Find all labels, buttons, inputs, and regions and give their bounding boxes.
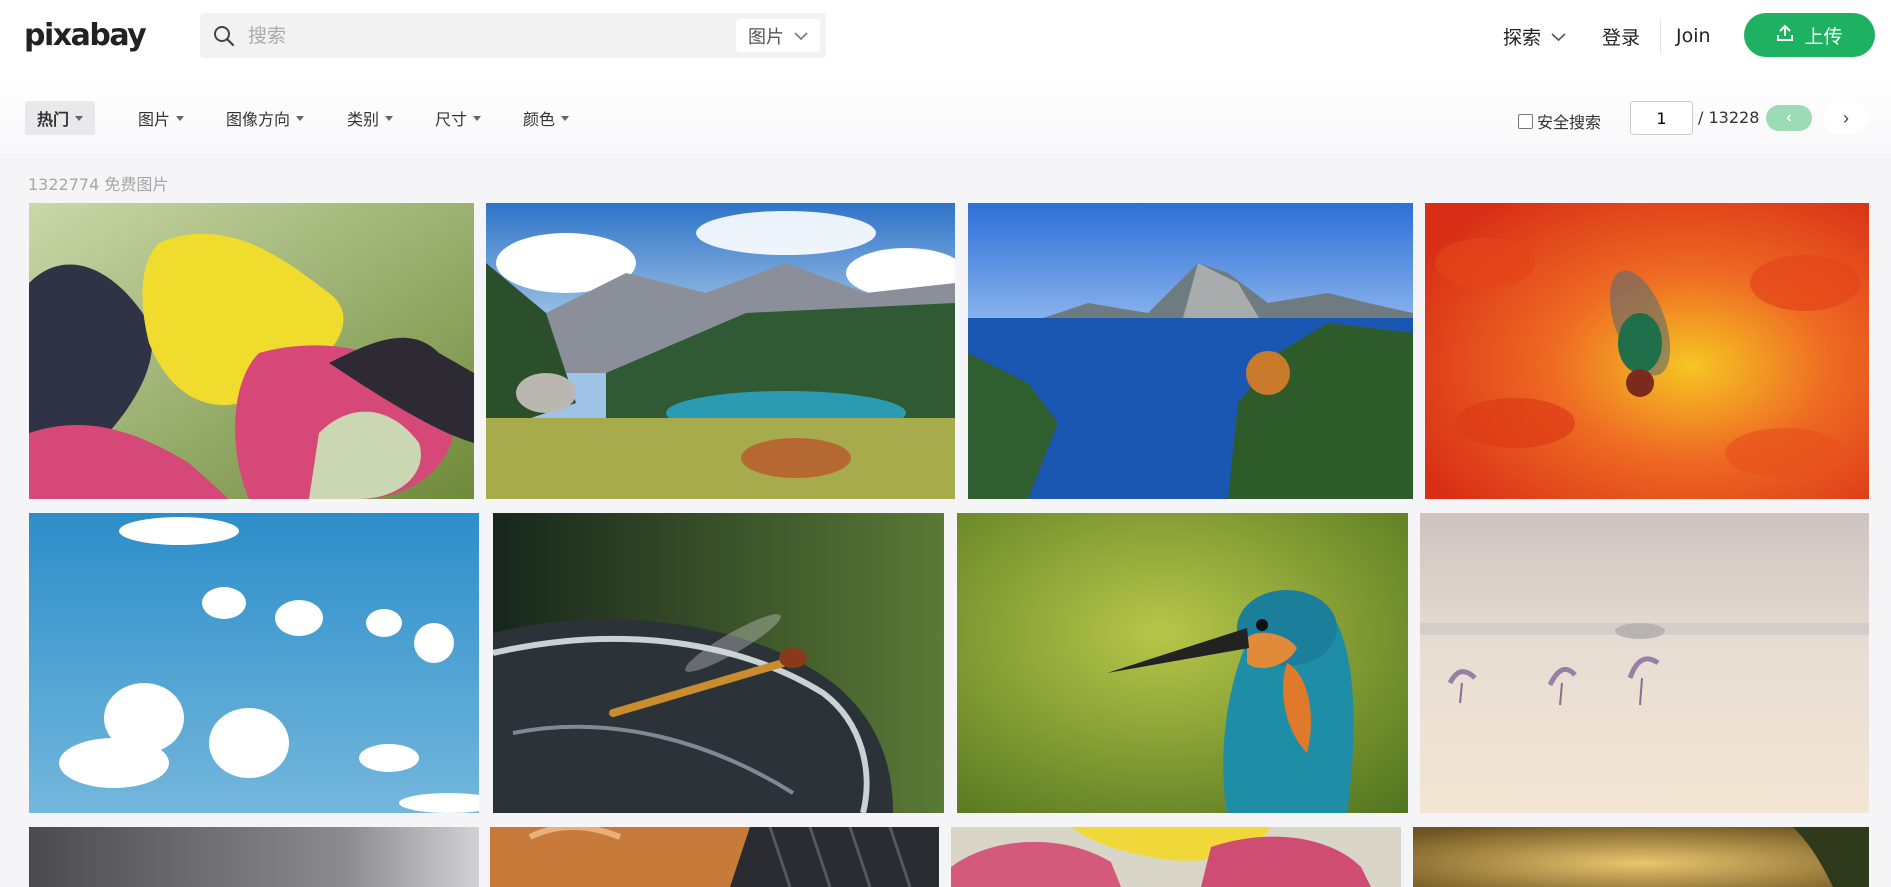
chevron-down-icon (794, 25, 808, 46)
search-type-label: 图片 (748, 26, 784, 48)
search-input[interactable] (248, 21, 698, 51)
photo-cat-wicker[interactable] (490, 827, 939, 887)
upload-label: 上传 (1804, 25, 1843, 48)
pixabay-logo[interactable]: pixabay (24, 18, 147, 53)
search-bar: 图片 (200, 13, 826, 58)
results-count: 1322774 免费图片 (28, 175, 169, 194)
filter-popular-label: 热门 (37, 110, 70, 129)
caret-down-icon (75, 116, 84, 121)
photo-fly-on-flower[interactable] (1425, 203, 1869, 499)
page-total: / 13228 (1698, 108, 1760, 127)
caret-down-icon (385, 116, 394, 121)
previous-page-button[interactable]: ‹ (1766, 105, 1812, 131)
photo-kingfisher[interactable] (957, 513, 1408, 813)
top-header: pixabay 图片 探索 登录 Join 上传 (0, 0, 1891, 74)
caret-down-icon (176, 116, 185, 121)
filter-media-type[interactable]: 图片 (138, 101, 185, 135)
search-icon[interactable] (212, 24, 236, 48)
explore-menu[interactable]: 探索 (1503, 14, 1566, 58)
caret-down-icon (296, 116, 305, 121)
filter-orientation-label: 图像方向 (226, 110, 291, 129)
photo-pasta[interactable] (29, 203, 474, 499)
filter-size-label: 尺寸 (435, 110, 468, 129)
photo-pink-pasta[interactable] (951, 827, 1401, 887)
login-link[interactable]: 登录 (1602, 14, 1640, 58)
photo-golden-sunset[interactable] (1413, 827, 1869, 887)
caret-down-icon (561, 116, 570, 121)
safe-search-toggle[interactable]: 安全搜索 (1518, 109, 1601, 133)
photo-alpine-lake[interactable] (968, 203, 1413, 499)
photo-dragonfly[interactable] (493, 513, 944, 813)
filter-orientation[interactable]: 图像方向 (226, 101, 305, 135)
filter-popular[interactable]: 热门 (25, 101, 96, 135)
next-page-button[interactable]: › (1823, 102, 1869, 134)
photo-clouds-sky[interactable] (29, 513, 479, 813)
filter-size[interactable]: 尺寸 (435, 101, 482, 135)
filter-category[interactable]: 类别 (347, 101, 394, 135)
join-link[interactable]: Join (1676, 14, 1711, 58)
filter-color-label: 颜色 (523, 110, 556, 129)
safe-search-label: 安全搜索 (1537, 113, 1602, 132)
photo-grey-blur[interactable] (29, 827, 479, 887)
explore-label: 探索 (1503, 26, 1542, 49)
filter-color[interactable]: 颜色 (523, 101, 570, 135)
upload-icon (1776, 24, 1794, 47)
photo-flamingos[interactable] (1420, 513, 1869, 813)
search-type-dropdown[interactable]: 图片 (736, 19, 820, 52)
upload-button[interactable]: 上传 (1744, 13, 1875, 57)
page-number-input[interactable] (1630, 101, 1693, 135)
safe-search-checkbox[interactable] (1518, 113, 1533, 129)
filter-category-label: 类别 (347, 110, 380, 129)
chevron-down-icon (1551, 25, 1566, 47)
nav-divider (1660, 20, 1661, 54)
caret-down-icon (473, 116, 482, 121)
filter-media-type-label: 图片 (138, 110, 171, 129)
photo-highland-cow-lake[interactable] (486, 203, 955, 499)
